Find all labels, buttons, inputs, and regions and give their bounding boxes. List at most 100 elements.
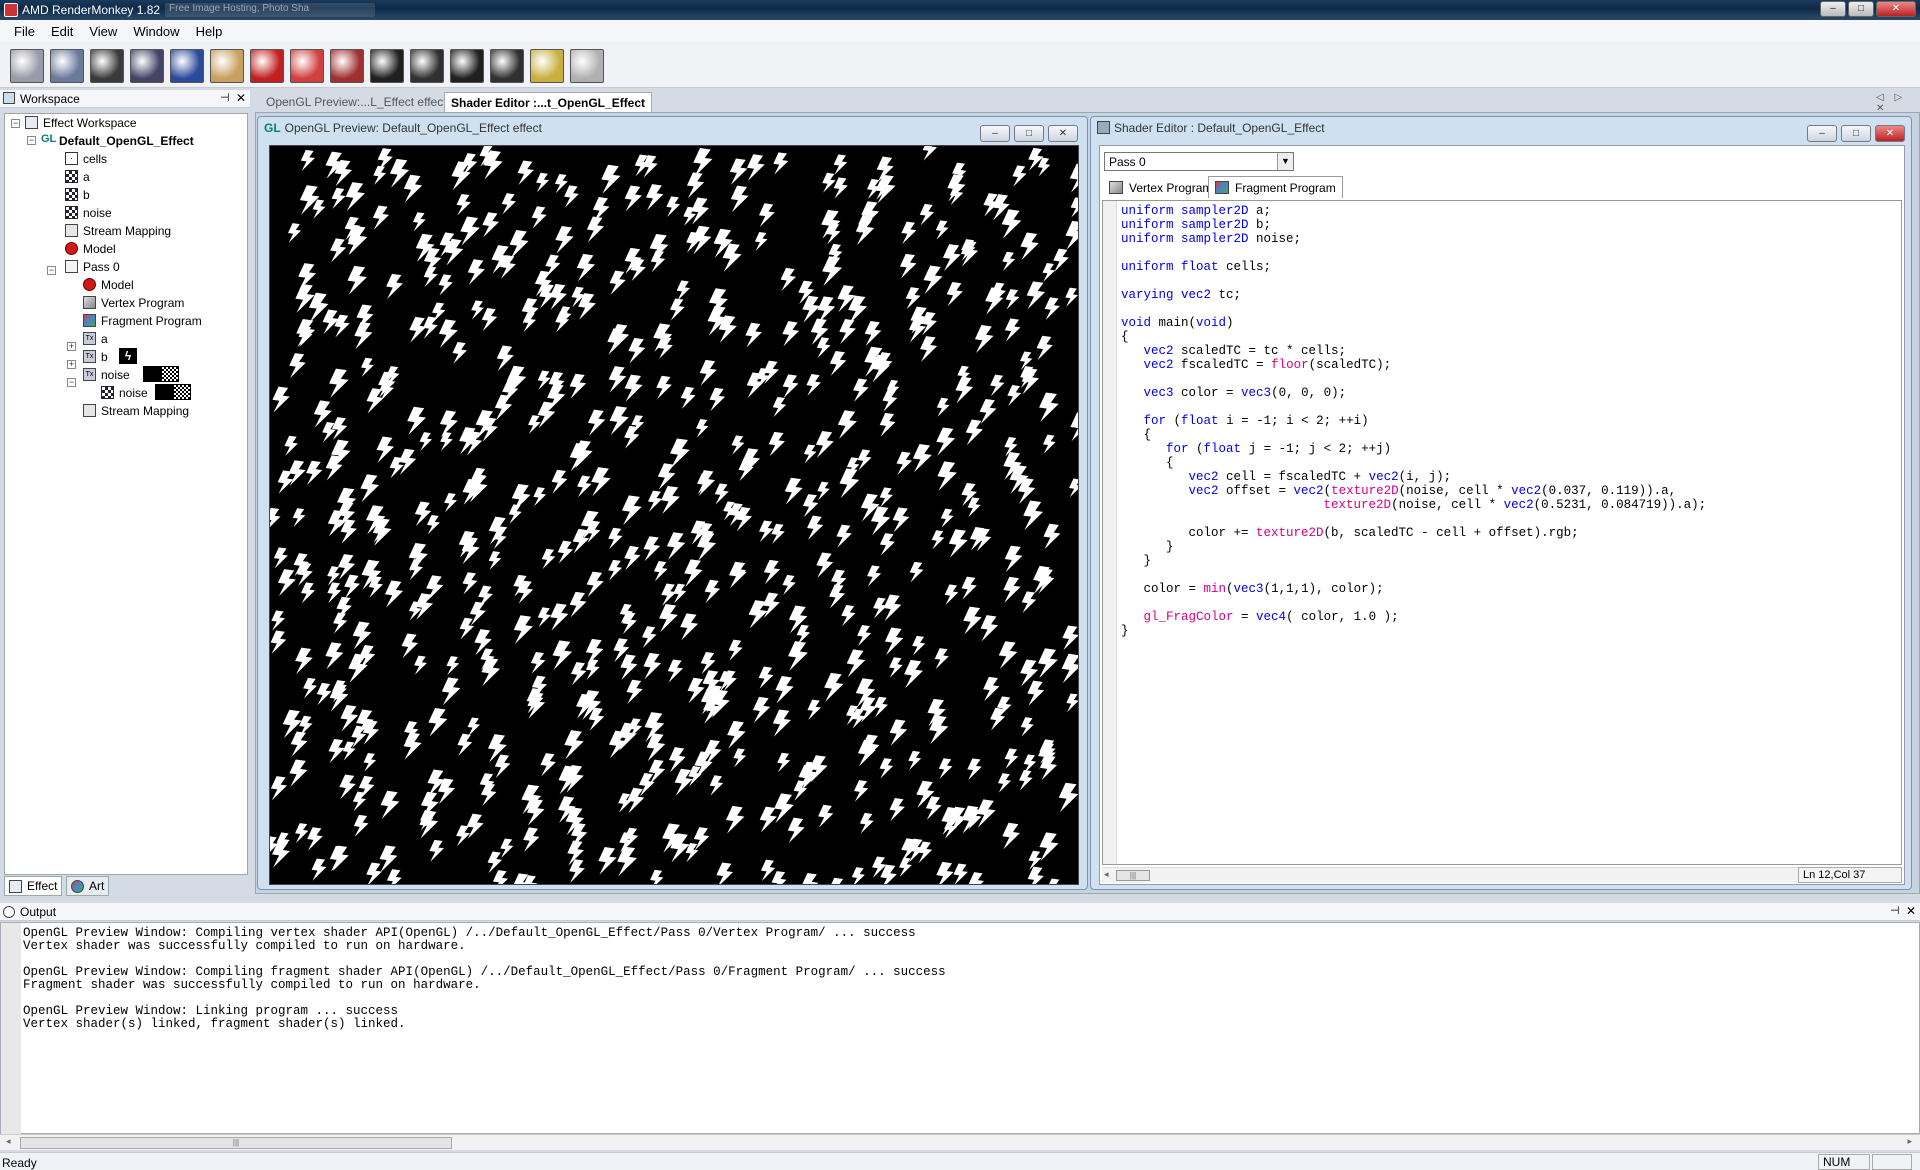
tab-fragment-program[interactable]: Fragment Program: [1208, 176, 1343, 198]
lightning-bolt: [372, 205, 390, 230]
lightning-bolt: [295, 823, 309, 844]
tab-art[interactable]: Art: [66, 876, 110, 896]
preview-close-button[interactable]: ✕: [1048, 125, 1078, 142]
maximize-button[interactable]: □: [1848, 1, 1874, 17]
tree-expander[interactable]: −: [27, 136, 36, 145]
lightning-bolt: [826, 223, 841, 245]
menu-view[interactable]: View: [89, 24, 117, 39]
paint-button[interactable]: [210, 49, 244, 83]
preview-maximize-button[interactable]: □: [1014, 125, 1044, 142]
lightning-bolt: [892, 507, 910, 533]
status-cell: [1872, 1154, 1912, 1170]
save-effect-button[interactable]: [90, 49, 124, 83]
tab-effect[interactable]: Effect: [4, 876, 63, 896]
open-effect-button[interactable]: [50, 49, 84, 83]
lightning-bolt: [763, 559, 781, 585]
lightning-bolt: [818, 804, 834, 828]
camera-button-1[interactable]: [370, 49, 404, 83]
shader-editor-window: Shader Editor : Default_OpenGL_Effect – …: [1090, 116, 1912, 890]
output-horizontal-scrollbar[interactable]: ◂ ||| ▸: [0, 1134, 1920, 1150]
scrollbar-thumb[interactable]: |||: [20, 1137, 452, 1149]
lightning-bolt: [386, 273, 403, 299]
tab-vertex-program[interactable]: Vertex Program: [1102, 176, 1219, 198]
lightning-bolt: [494, 394, 513, 421]
lightning-bolt: [412, 212, 426, 232]
minimize-button[interactable]: –: [1820, 1, 1846, 17]
document-tab-navigation[interactable]: ◁ ▷ ✕: [1876, 92, 1920, 114]
lightning-bolt: [571, 662, 587, 686]
menu-edit[interactable]: Edit: [51, 24, 73, 39]
add-model-button[interactable]: [250, 49, 284, 83]
preview-canvas[interactable]: [269, 145, 1079, 885]
lightning-bolt: [879, 487, 893, 508]
tree-expander[interactable]: −: [67, 378, 76, 387]
lightning-bolt: [1070, 197, 1078, 218]
preview-minimize-button[interactable]: –: [980, 125, 1010, 142]
code-line: vec2 offset = vec2(texture2D(noise, cell…: [1188, 484, 1677, 498]
workspace-tabs: Effect Art: [4, 876, 248, 896]
lightning-bolt: [541, 548, 556, 570]
preview-button[interactable]: [170, 49, 204, 83]
pass-select[interactable]: Pass 0 ▼: [1104, 152, 1294, 171]
shader-maximize-button[interactable]: □: [1841, 125, 1871, 142]
tab-shader-editor[interactable]: Shader Editor :...t_OpenGL_Effect: [444, 92, 653, 112]
shader-minimize-button[interactable]: –: [1807, 125, 1837, 142]
lightning-bolt: [815, 431, 834, 458]
art-icon: [71, 880, 84, 893]
new-effect-button[interactable]: [10, 49, 44, 83]
lightning-bolt: [457, 733, 473, 756]
camera-button-3[interactable]: [450, 49, 484, 83]
shader-close-button[interactable]: ✕: [1875, 125, 1905, 142]
add-variable-button[interactable]: [290, 49, 324, 83]
code-line: gl_FragColor = vec4( color, 1.0 );: [1143, 610, 1399, 624]
lightning-bolt: [656, 375, 672, 400]
camera-button-4[interactable]: [490, 49, 524, 83]
lightning-bolt: [670, 298, 685, 321]
menu-file[interactable]: File: [14, 24, 35, 39]
tree-expander[interactable]: −: [11, 119, 20, 128]
lightning-bolt: [904, 659, 923, 689]
scroll-left-icon[interactable]: ◂: [6, 1136, 11, 1147]
code-line: {: [1121, 456, 1174, 470]
tab-opengl-preview[interactable]: OpenGL Preview:...L_Effect effect: [260, 92, 453, 112]
scroll-left-icon[interactable]: ◂: [1104, 869, 1109, 880]
render-button[interactable]: [130, 49, 164, 83]
workspace-close-button[interactable]: ✕: [236, 91, 246, 105]
chevron-down-icon[interactable]: ▼: [1277, 153, 1293, 170]
pass-icon: [65, 260, 78, 273]
tree-expander[interactable]: +: [67, 360, 76, 369]
num-lock-indicator: NUM: [1818, 1154, 1870, 1170]
pin-icon[interactable]: ⊣: [1890, 904, 1900, 917]
output-close-button[interactable]: ✕: [1906, 904, 1916, 918]
lightning-bolt: [688, 766, 702, 787]
camera-button-5[interactable]: [530, 49, 564, 83]
add-texture-button[interactable]: [330, 49, 364, 83]
close-button[interactable]: ✕: [1876, 1, 1916, 17]
lightning-bolt: [467, 259, 485, 286]
scrollbar-thumb[interactable]: |||: [1116, 870, 1150, 881]
pin-icon[interactable]: ⊣: [220, 91, 230, 104]
lightning-bolt: [1019, 770, 1033, 791]
stream-mapping-icon: [65, 224, 78, 237]
shader-source[interactable]: uniform sampler2D a; uniform sampler2D b;…: [1121, 204, 1706, 638]
lightning-bolt: [537, 607, 552, 628]
lightning-bolt: [1007, 385, 1022, 406]
lightning-bolt: [758, 666, 774, 689]
menu-help[interactable]: Help: [196, 24, 223, 39]
lightning-bolt: [980, 615, 999, 642]
lightning-bolt: [709, 775, 724, 796]
code-horizontal-scrollbar[interactable]: ◂ ||| ▸: [1102, 867, 1902, 883]
lightning-bolt: [803, 444, 817, 464]
tree-expander[interactable]: +: [67, 342, 76, 351]
lightning-bolt: [271, 610, 285, 631]
code-line: vec2 scaledTC = tc * cells;: [1143, 344, 1347, 358]
lightning-bolt: [555, 226, 574, 254]
menu-window[interactable]: Window: [133, 24, 179, 39]
scroll-right-icon[interactable]: ▸: [1907, 1136, 1912, 1147]
code-editor[interactable]: uniform sampler2D a; uniform sampler2D b;…: [1102, 200, 1902, 865]
tree-expander[interactable]: −: [47, 266, 56, 275]
camera-button-2[interactable]: [410, 49, 444, 83]
lightning-bolt-pattern: [270, 146, 1078, 884]
mouse-button[interactable]: [570, 49, 604, 83]
code-line: }: [1121, 554, 1152, 568]
